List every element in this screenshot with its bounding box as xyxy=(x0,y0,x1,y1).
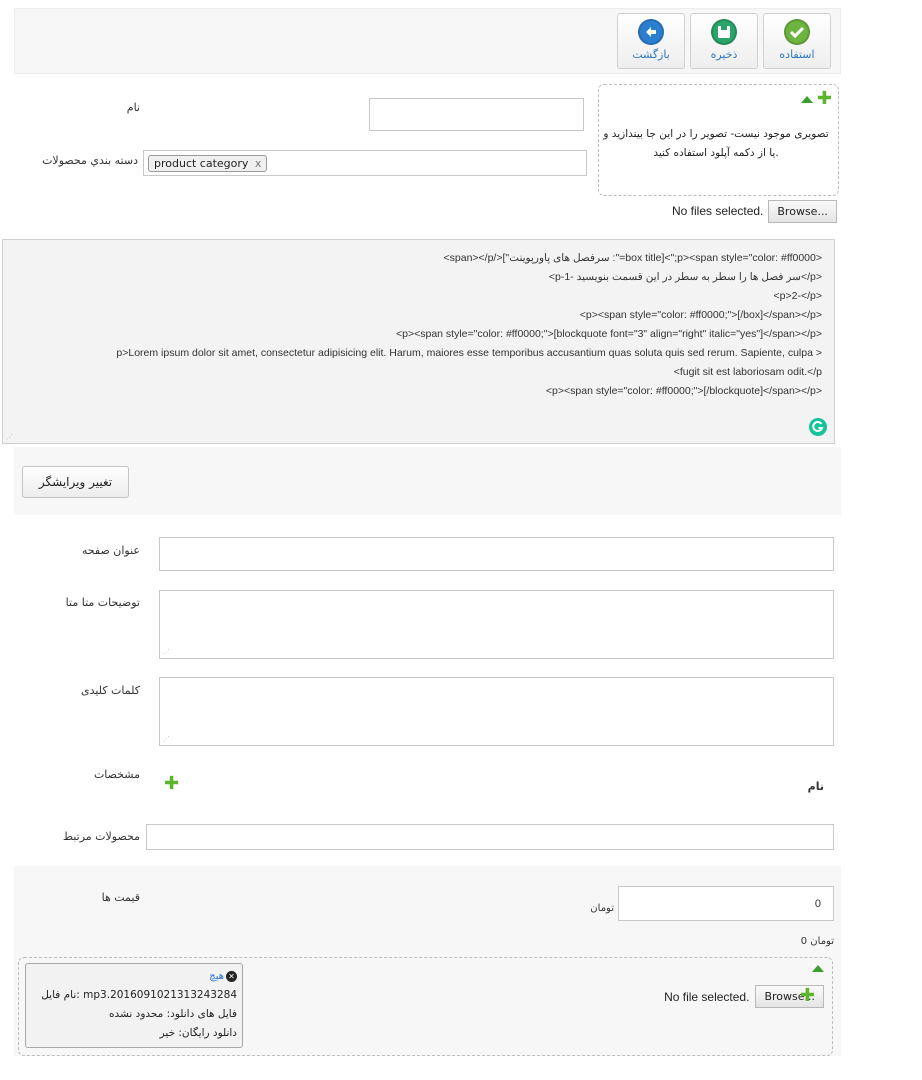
editor-line: <p-1- سر فصل ها را سطر به سطر در این قسم… xyxy=(548,271,822,283)
switch-editor-button[interactable]: تغییر ویرایشگر xyxy=(22,466,129,498)
editor-line: <p><span style="color: #ff0000;">[/block… xyxy=(545,385,822,397)
file-upload-icon[interactable] xyxy=(812,965,824,972)
editor-line: p>Lorem ipsum dolor sit amet, consectetu… xyxy=(116,347,822,359)
upload-icon[interactable] xyxy=(800,95,813,103)
price-summary: 0 تومان xyxy=(800,936,834,947)
file-name-text: نام فایل: mp3.2016091021313243284 xyxy=(41,989,237,1001)
editor-line: <p><span style="color: #ff0000;">[/box]<… xyxy=(579,309,822,321)
related-products-input[interactable] xyxy=(146,824,834,850)
save-label: ذخیره xyxy=(710,48,738,61)
category-input[interactable]: product category x xyxy=(143,150,587,176)
file-downloads-text: فایل های دانلود: محدود نشده xyxy=(109,1008,237,1020)
uploaded-file-card: هیچ ✕ نام فایل: mp3.2016091021313243284 … xyxy=(25,963,243,1048)
file-browse-button[interactable]: Browse... ✚ xyxy=(755,985,824,1008)
editor-line: <span></p/>["سرفصل های پاورپوینت :"=box … xyxy=(443,252,822,264)
related-label: محصولات مرتبط xyxy=(62,830,140,843)
category-label: دسته بندي محصولات xyxy=(42,154,138,167)
name-label: نام xyxy=(126,101,140,114)
back-arrow-icon xyxy=(638,19,664,45)
back-label: بازگشت xyxy=(632,48,670,61)
specs-name-header: نام xyxy=(807,780,824,793)
check-icon xyxy=(784,19,810,45)
category-tag: product category x xyxy=(148,155,268,172)
editor-line: <fugit sit est laboriosam odit.</p xyxy=(673,366,822,378)
file-input: No file selected. Browse... ✚ xyxy=(664,985,824,1008)
page-title-input[interactable] xyxy=(159,537,834,571)
name-input[interactable] xyxy=(369,98,584,131)
add-file-icon[interactable]: ✚ xyxy=(800,987,815,1005)
save-disk-icon xyxy=(711,19,737,45)
price-input[interactable]: 0 xyxy=(618,886,834,921)
file-remove-link[interactable]: هیچ xyxy=(209,967,224,986)
image-file-input: No files selected. Browse... xyxy=(672,199,840,223)
image-dropzone[interactable]: ✚ تصویری موجود نیست- تصویر را در این جا … xyxy=(598,84,839,196)
apply-label: استفاده xyxy=(779,48,815,61)
resize-handle-icon[interactable]: ⋰ xyxy=(163,735,170,743)
category-tag-text: product category xyxy=(154,157,249,170)
tag-remove-icon[interactable]: x xyxy=(255,157,262,170)
apply-button[interactable]: استفاده xyxy=(763,13,831,69)
grammarly-icon[interactable] xyxy=(809,418,827,436)
resize-handle-icon[interactable]: ⋰ xyxy=(163,648,170,656)
price-unit: تومان xyxy=(590,903,614,914)
keywords-label: کلمات کلیدی xyxy=(80,684,140,697)
content-editor[interactable]: <span></p/>["سرفصل های پاورپوینت :"=box … xyxy=(2,239,835,444)
no-file-text: No file selected. xyxy=(664,989,750,1004)
resize-handle-icon[interactable]: ⋰ xyxy=(6,433,13,441)
file-free-text: دانلود رایگان: خیر xyxy=(159,1027,237,1039)
save-button[interactable]: ذخیره xyxy=(690,13,758,69)
meta-desc-textarea[interactable]: ⋰ xyxy=(159,590,834,659)
dropzone-text-line1: تصویری موجود نیست- تصویر را در این جا بی… xyxy=(603,128,829,140)
keywords-textarea[interactable]: ⋰ xyxy=(159,677,834,746)
no-files-text: No files selected. xyxy=(672,204,764,218)
add-icon[interactable]: ✚ xyxy=(817,90,832,108)
editor-line: <p>2-</p> xyxy=(773,290,822,302)
page-title-label: عنوان صفحه xyxy=(81,544,140,557)
prices-label: قیمت ها xyxy=(101,891,140,904)
editor-line: <p><span style="color: #ff0000;">[blockq… xyxy=(396,328,822,340)
close-icon[interactable]: ✕ xyxy=(226,971,237,982)
meta-desc-label: توضیحات متا متا xyxy=(65,596,140,609)
dropzone-text-line2: یا از دکمه آپلود استفاده کنید. xyxy=(653,147,779,159)
toolbar: استفاده ذخیره بازگشت xyxy=(14,8,841,74)
file-dropzone[interactable]: No file selected. Browse... ✚ هیچ ✕ نام … xyxy=(18,957,833,1056)
back-button[interactable]: بازگشت xyxy=(617,13,685,69)
image-browse-button[interactable]: Browse... xyxy=(768,199,837,223)
add-spec-icon[interactable]: ✚ xyxy=(164,775,179,793)
specs-label: مشخصات xyxy=(93,768,140,781)
editor-toolbar-band: تغییر ویرایشگر xyxy=(14,447,841,515)
